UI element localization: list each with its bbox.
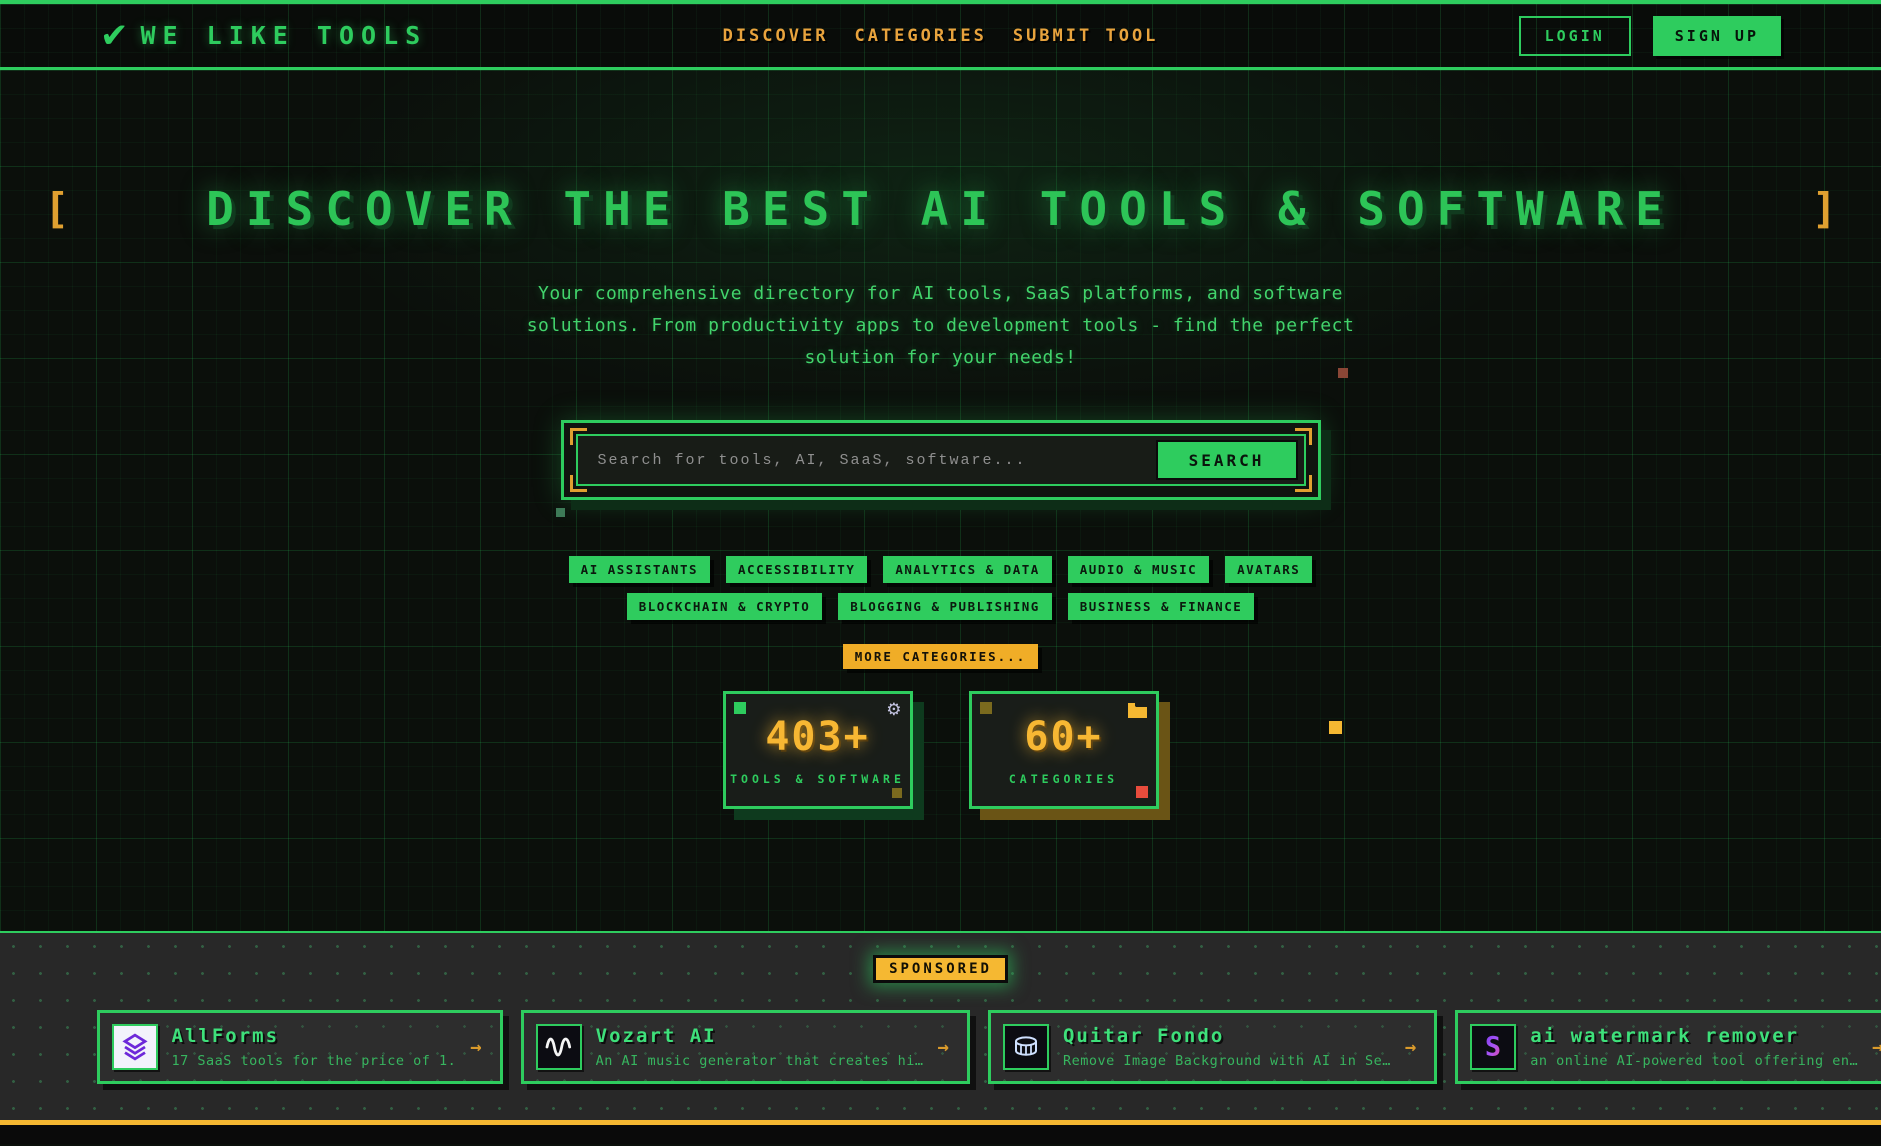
stat-value: 403+ xyxy=(765,714,869,760)
stat-label: TOOLS & SOFTWARE xyxy=(730,772,905,786)
gradient-s-icon: S xyxy=(1470,1024,1516,1070)
hero-title-row: [ DISCOVER THE BEST AI TOOLS & SOFTWARE … xyxy=(0,182,1881,236)
login-button[interactable]: LOGIN xyxy=(1519,16,1631,56)
category-chip-analytics-data[interactable]: ANALYTICS & DATA xyxy=(883,556,1051,583)
more-categories-button[interactable]: MORE CATEGORIES... xyxy=(843,644,1038,669)
subtitle-line: solutions. From productivity apps to dev… xyxy=(0,310,1881,342)
bracket-right: ] xyxy=(1812,188,1837,230)
nav-item-discover[interactable]: DISCOVER xyxy=(723,26,829,46)
sponsor-description: 17 SaaS tools for the price of 1. xyxy=(172,1053,457,1069)
nav-item-categories[interactable]: CATEGORIES xyxy=(854,26,986,46)
category-chip-blogging-publishing[interactable]: BLOGGING & PUBLISHING xyxy=(838,593,1052,620)
footer xyxy=(0,1125,1881,1144)
search-field: SEARCH xyxy=(576,434,1306,486)
sponsor-title: Quitar Fondo xyxy=(1063,1025,1391,1047)
sponsor-card-texts: Vozart AI An AI music generator that cre… xyxy=(596,1025,924,1069)
page-title: DISCOVER THE BEST AI TOOLS & SOFTWARE xyxy=(69,182,1811,236)
pixel-decoration xyxy=(1136,786,1148,798)
sponsor-description: An AI music generator that creates hi… xyxy=(596,1053,924,1069)
checkmark-icon: ✔ xyxy=(100,19,129,53)
category-chip-avatars[interactable]: AVATARS xyxy=(1225,556,1312,583)
arrow-right-icon: → xyxy=(938,1036,949,1058)
sponsor-cards: AllForms 17 SaaS tools for the price of … xyxy=(97,1010,1785,1084)
search-button[interactable]: SEARCH xyxy=(1156,440,1298,480)
hero-subtitle: Your comprehensive directory for AI tool… xyxy=(0,278,1881,374)
category-chip-ai-assistants[interactable]: AI ASSISTANTS xyxy=(569,556,710,583)
sponsor-card-texts: AllForms 17 SaaS tools for the price of … xyxy=(172,1025,457,1069)
arrow-right-icon: → xyxy=(1405,1036,1416,1058)
search-container: SEARCH xyxy=(561,420,1321,500)
stat-cards: ⚙ 403+ TOOLS & SOFTWARE 60+ CATEGORIES xyxy=(0,691,1881,809)
brand-name: WE LIKE TOOLS xyxy=(141,21,428,50)
sponsor-description: Remove Image Background with AI in Se… xyxy=(1063,1053,1391,1069)
sponsor-description: an online AI-powered tool offering en… xyxy=(1530,1053,1858,1069)
sponsor-title: AllForms xyxy=(172,1025,457,1047)
stat-label: CATEGORIES xyxy=(1009,772,1118,786)
chip-row-2: BLOCKCHAIN & CRYPTO BLOGGING & PUBLISHIN… xyxy=(627,593,1255,620)
category-chip-blockchain-crypto[interactable]: BLOCKCHAIN & CRYPTO xyxy=(627,593,823,620)
pixel-decoration xyxy=(980,702,992,714)
sponsor-card-texts: Quitar Fondo Remove Image Background wit… xyxy=(1063,1025,1391,1069)
category-chips: AI ASSISTANTS ACCESSIBILITY ANALYTICS & … xyxy=(0,556,1881,620)
signup-button[interactable]: SIGN UP xyxy=(1653,16,1781,56)
pixel-decoration xyxy=(734,702,746,714)
pixel-decoration xyxy=(1338,368,1348,378)
hero-section: [ DISCOVER THE BEST AI TOOLS & SOFTWARE … xyxy=(0,70,1881,933)
subtitle-line: solution for your needs! xyxy=(0,342,1881,374)
arrow-right-icon: → xyxy=(470,1036,481,1058)
sponsor-card-vozart-ai[interactable]: Vozart AI An AI music generator that cre… xyxy=(521,1010,970,1084)
stat-card-categories: 60+ CATEGORIES xyxy=(969,691,1159,809)
svg-text:S: S xyxy=(1485,1032,1501,1063)
chip-row-1: AI ASSISTANTS ACCESSIBILITY ANALYTICS & … xyxy=(569,556,1313,583)
brand-logo[interactable]: ✔ WE LIKE TOOLS xyxy=(100,19,427,53)
waveform-icon xyxy=(536,1024,582,1070)
main-nav: DISCOVER CATEGORIES SUBMIT TOOL xyxy=(723,26,1159,46)
stat-value: 60+ xyxy=(1024,714,1102,760)
nav-item-submit-tool[interactable]: SUBMIT TOOL xyxy=(1013,26,1159,46)
category-chip-accessibility[interactable]: ACCESSIBILITY xyxy=(726,556,867,583)
sponsor-card-texts: ai watermark remover an online AI-powere… xyxy=(1530,1025,1858,1069)
sponsor-title: Vozart AI xyxy=(596,1025,924,1047)
auth-buttons: LOGIN SIGN UP xyxy=(1519,16,1781,56)
subtitle-line: Your comprehensive directory for AI tool… xyxy=(0,278,1881,310)
sponsor-title: ai watermark remover xyxy=(1530,1025,1858,1047)
sponsor-card-allforms[interactable]: AllForms 17 SaaS tools for the price of … xyxy=(97,1010,503,1084)
layers-icon xyxy=(112,1024,158,1070)
category-chip-business-finance[interactable]: BUSINESS & FINANCE xyxy=(1068,593,1254,620)
drum-icon xyxy=(1003,1024,1049,1070)
pixel-decoration xyxy=(892,788,902,798)
pixel-decoration xyxy=(556,508,565,517)
category-chip-audio-music[interactable]: AUDIO & MUSIC xyxy=(1068,556,1209,583)
gear-icon: ⚙ xyxy=(886,700,901,720)
sponsor-card-ai-watermark-remover[interactable]: S ai watermark remover an online AI-powe… xyxy=(1455,1010,1881,1084)
sponsor-card-quitar-fondo[interactable]: Quitar Fondo Remove Image Background wit… xyxy=(988,1010,1437,1084)
sponsored-badge: SPONSORED xyxy=(873,955,1008,983)
folder-icon xyxy=(1128,703,1147,722)
bracket-left: [ xyxy=(44,188,69,230)
arrow-right-icon: → xyxy=(1872,1036,1881,1058)
pixel-decoration xyxy=(1329,721,1342,734)
sponsored-section: SPONSORED AllForms 17 SaaS tools for the… xyxy=(0,933,1881,1120)
search-input[interactable] xyxy=(598,452,1156,469)
stat-card-tools: ⚙ 403+ TOOLS & SOFTWARE xyxy=(723,691,913,809)
header: ✔ WE LIKE TOOLS DISCOVER CATEGORIES SUBM… xyxy=(0,0,1881,70)
